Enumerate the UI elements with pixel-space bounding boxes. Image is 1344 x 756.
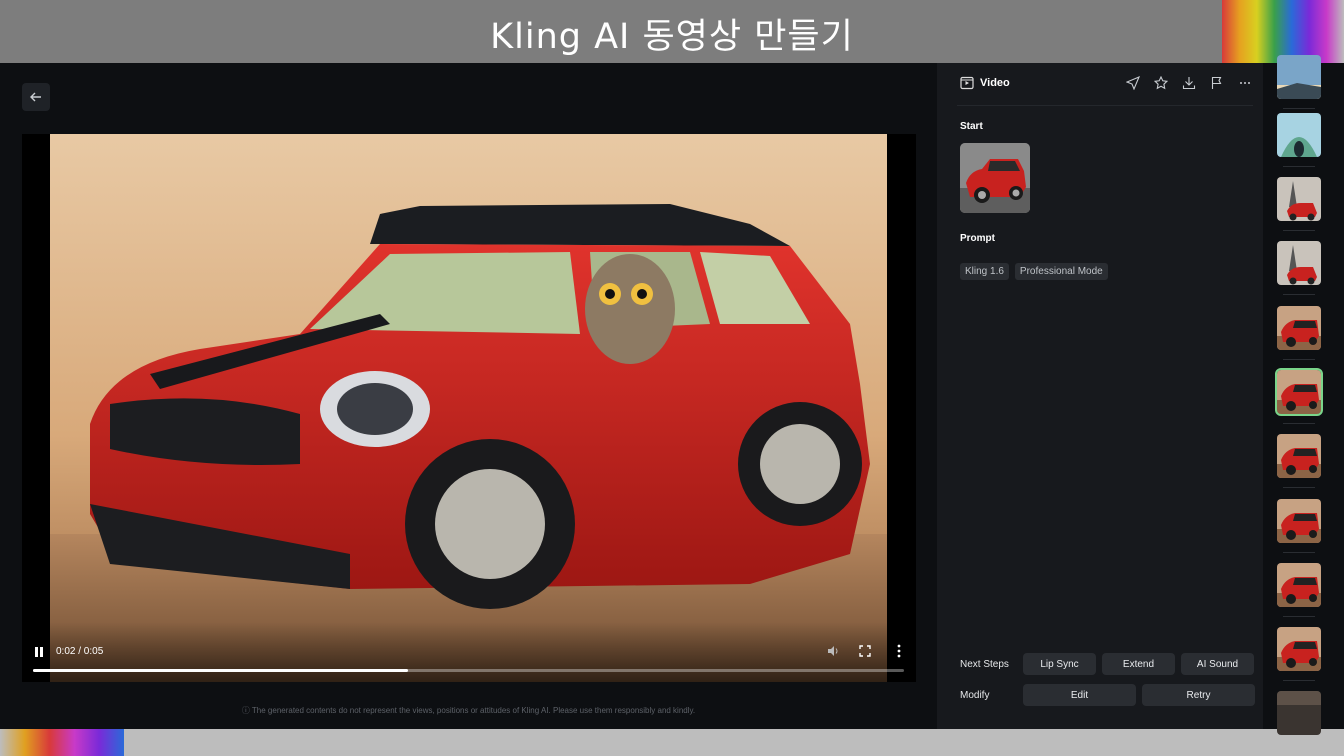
volume-icon[interactable] [826,644,840,658]
video-controls: 0:02 / 0:05 [22,622,916,682]
history-thumbnail[interactable] [1277,306,1321,350]
thumbnail-separator [1283,294,1315,295]
history-thumbnail[interactable] [1277,55,1321,99]
send-icon [1126,76,1140,90]
start-frame-image [960,143,1030,213]
history-thumbnail-image [1277,177,1321,221]
history-thumbnail[interactable] [1277,113,1321,157]
modify-row: Modify Edit Retry [960,684,1261,706]
panel-header: Video [960,76,1010,90]
history-thumbnail[interactable] [1277,177,1321,221]
pause-button[interactable] [34,646,46,660]
thumbnail-separator [1283,680,1315,681]
video-player[interactable]: 0:02 / 0:05 [22,134,916,682]
edit-button[interactable]: Edit [1023,684,1136,706]
more-button[interactable] [1237,75,1253,91]
history-thumbnail-image [1277,241,1321,285]
start-label: Start [960,121,983,132]
thumbnail-separator [1283,487,1315,488]
modify-label: Modify [960,689,990,701]
prompt-tags: Kling 1.6 Professional Mode [960,263,1108,280]
rainbow-bar-bottom [0,729,124,756]
fullscreen-icon[interactable] [858,644,872,658]
thumbnail-separator [1283,166,1315,167]
kling-app: 0:02 / 0:05 ⓘ The generated contents do … [0,55,1344,735]
download-icon [1182,77,1196,90]
prompt-label: Prompt [960,233,995,244]
history-thumbnail[interactable] [1277,241,1321,285]
history-thumbnail[interactable] [1277,691,1321,735]
history-thumbnail[interactable] [1277,499,1321,543]
panel-title: Video [980,77,1010,89]
thumbnail-separator [1283,616,1315,617]
flag-icon [1211,76,1222,89]
arrow-left-icon [30,92,41,102]
thumbnail-separator [1283,359,1315,360]
history-thumbnail-image [1277,691,1321,735]
more-horizontal-icon [1240,82,1250,84]
history-thumbnail[interactable] [1275,368,1323,416]
history-thumbnail-strip [1263,55,1344,735]
favorite-button[interactable] [1153,75,1169,91]
history-thumbnail[interactable] [1277,434,1321,478]
lip-sync-button[interactable]: Lip Sync [1023,653,1096,675]
report-button[interactable] [1209,75,1225,91]
history-thumbnail-image [1277,113,1321,157]
history-thumbnail-image [1277,306,1321,350]
more-vertical-icon[interactable] [896,643,902,659]
history-thumbnail-image [1277,563,1321,607]
next-steps-row: Next Steps Lip Sync Extend AI Sound [960,653,1260,675]
history-thumbnail-image [1277,499,1321,543]
star-icon [1154,76,1168,90]
progress-fill [33,669,408,672]
video-icon [960,76,974,90]
thumbnail-separator [1283,230,1315,231]
rainbow-bar-top [1222,0,1344,63]
retry-button[interactable]: Retry [1142,684,1255,706]
history-thumbnail[interactable] [1277,627,1321,671]
title-banner: Kling AI 동영상 만들기 [0,0,1344,63]
extend-button[interactable]: Extend [1102,653,1175,675]
thumbnail-separator [1283,423,1315,424]
history-thumbnail-image [1277,434,1321,478]
history-thumbnail-image [1277,370,1321,414]
thumbnail-separator [1283,108,1315,109]
start-frame-thumbnail[interactable] [960,143,1030,213]
pause-icon [35,647,43,657]
back-button[interactable] [22,83,50,111]
progress-bar[interactable] [33,669,904,672]
details-panel: Video Start Prompt Kling 1.6 Professiona… [937,63,1263,729]
panel-actions [1125,75,1253,91]
preview-pane: 0:02 / 0:05 ⓘ The generated contents do … [0,63,937,729]
disclaimer-text: ⓘ The generated contents do not represen… [241,706,696,715]
video-frame-image [50,134,887,682]
history-thumbnail-image [1277,627,1321,671]
panel-divider [957,105,1253,106]
car-video-still [50,134,887,682]
page: Kling AI 동영상 만들기 0:02 / 0:05 ⓘ The gener… [0,0,1344,756]
time-display: 0:02 / 0:05 [56,646,104,657]
download-button[interactable] [1181,75,1197,91]
share-button[interactable] [1125,75,1141,91]
ai-sound-button[interactable]: AI Sound [1181,653,1254,675]
history-thumbnail[interactable] [1277,563,1321,607]
history-thumbnail-image [1277,55,1321,99]
next-steps-label: Next Steps [960,658,1009,670]
mode-tag: Professional Mode [1014,263,1108,280]
thumbnail-separator [1283,552,1315,553]
model-tag: Kling 1.6 [960,263,1009,280]
banner-title: Kling AI 동영상 만들기 [490,17,854,57]
